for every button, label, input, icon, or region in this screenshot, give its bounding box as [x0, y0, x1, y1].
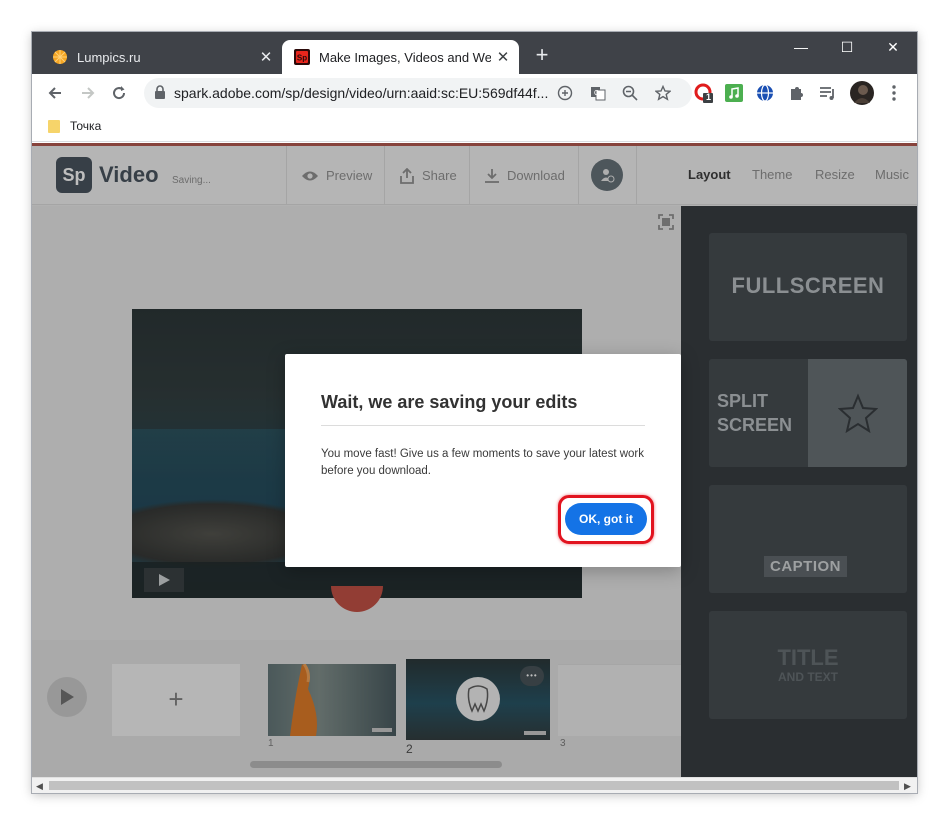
svg-text:Sp: Sp — [297, 54, 307, 63]
folder-icon — [48, 119, 60, 133]
lock-icon — [155, 85, 165, 99]
back-button[interactable] — [42, 80, 68, 106]
address-bar[interactable]: spark.adobe.com/sp/design/video/urn:aaid… — [144, 78, 692, 108]
bookmarks-bar: Точка — [32, 112, 917, 142]
close-window-button[interactable]: ✕ — [870, 32, 916, 62]
minimize-button[interactable]: — — [778, 32, 824, 62]
tab-lumpics[interactable]: Lumpics.ru ✕ — [40, 40, 282, 74]
maximize-button[interactable]: ☐ — [824, 32, 870, 62]
adobe-spark-favicon-icon: Sp — [294, 49, 310, 65]
tab-close-icon[interactable]: ✕ — [491, 48, 515, 66]
url-text: spark.adobe.com/sp/design/video/urn:aaid… — [174, 85, 549, 101]
spark-video-app: Sp Video Saving... Preview Share Downloa… — [32, 143, 917, 777]
new-tab-button[interactable]: + — [530, 44, 554, 68]
scroll-left-icon[interactable]: ◀ — [36, 781, 43, 792]
dialog-message: You move fast! Give us a few moments to … — [321, 448, 644, 477]
arrow-right-icon — [82, 87, 95, 99]
extension-badge: 1 — [706, 92, 712, 102]
media-control-icon[interactable] — [818, 83, 838, 103]
dialog-title: Wait, we are saving your edits — [321, 392, 578, 412]
bookmark-folder[interactable]: Точка — [48, 119, 101, 133]
bookmark-label: Точка — [70, 119, 102, 133]
tab-close-icon[interactable]: ✕ — [254, 48, 278, 66]
extension-music-icon[interactable] — [724, 83, 744, 103]
scroll-right-icon[interactable]: ▶ — [904, 781, 911, 792]
tab-title: Lumpics.ru — [77, 49, 141, 65]
profile-avatar[interactable] — [850, 81, 874, 105]
saving-dialog: Wait, we are saving your edits You move … — [285, 354, 681, 567]
reload-button[interactable] — [106, 80, 132, 106]
svg-text:G: G — [594, 90, 599, 97]
ok-got-it-button[interactable]: OK, got it — [565, 503, 647, 535]
translate-icon[interactable]: G — [589, 84, 607, 102]
dialog-divider — [321, 425, 645, 426]
zoom-icon[interactable] — [621, 84, 639, 102]
browser-window: Lumpics.ru ✕ Sp Make Images, Videos and … — [32, 32, 917, 793]
extension-opera-icon[interactable]: 1 — [694, 83, 714, 103]
horizontal-scrollbar[interactable]: ◀ ▶ — [32, 777, 917, 793]
scrollbar-thumb[interactable] — [49, 781, 899, 790]
tab-adobe-spark[interactable]: Sp Make Images, Videos and Web S ✕ — [282, 40, 519, 74]
browser-toolbar: spark.adobe.com/sp/design/video/urn:aaid… — [32, 74, 917, 112]
reload-icon — [113, 86, 126, 100]
tab-title: Make Images, Videos and Web S — [319, 49, 491, 65]
tab-strip: Lumpics.ru ✕ Sp Make Images, Videos and … — [32, 32, 917, 74]
lumpics-favicon-icon — [53, 50, 67, 64]
highlight-ring: OK, got it — [558, 495, 654, 544]
add-icon[interactable] — [556, 84, 574, 102]
bookmark-star-icon[interactable] — [654, 84, 672, 102]
extension-globe-icon[interactable] — [755, 83, 775, 103]
browser-menu-icon[interactable] — [884, 83, 904, 103]
arrow-left-icon — [48, 87, 61, 99]
forward-button[interactable] — [75, 80, 101, 106]
extensions-puzzle-icon[interactable] — [787, 83, 807, 103]
